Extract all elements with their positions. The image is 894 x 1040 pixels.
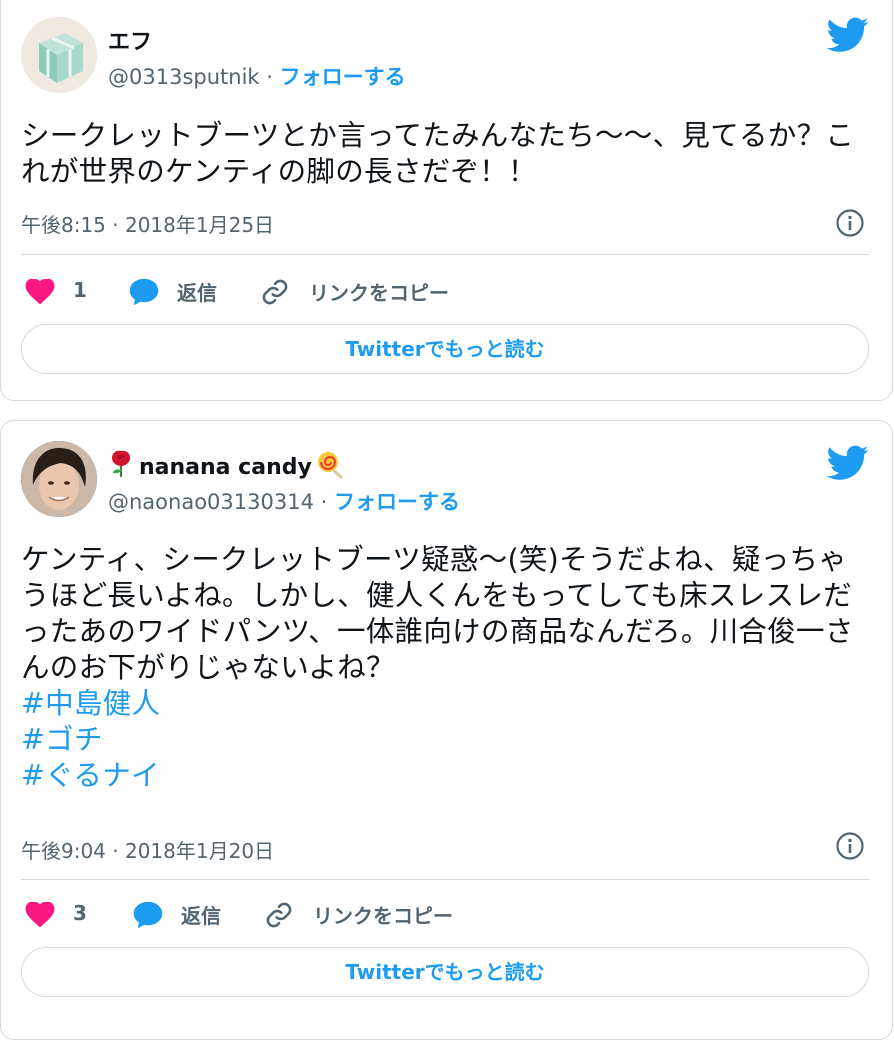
tweet-text: ケンティ、シークレットブーツ疑惑〜(笑)そうだよね、疑っちゃうほど長いよね。しか… [21,542,871,794]
heart-icon [25,902,55,928]
hashtag[interactable]: #中島健人 [21,686,871,722]
avatar[interactable] [21,441,97,517]
like-count: 1 [73,278,87,302]
read-more-button[interactable]: Twitterでもっと読む [21,947,869,997]
handle[interactable]: @0313sputnik [108,65,260,89]
display-name: nanana candy [139,455,312,480]
tweet-card: nanana candy @naonao03130314 · フォローする ケン… [0,420,893,1040]
copy-link-label: リンクをコピー [313,904,453,928]
reply-label: 返信 [177,281,217,305]
avatar[interactable] [21,17,97,93]
handle[interactable]: @naonao03130314 [108,490,314,514]
hashtag[interactable]: #ぐるナイ [21,758,871,794]
link-icon [266,902,292,928]
separator: · [320,490,328,514]
tweet-body: シークレットブーツとか言ってたみんなたち〜〜、見てるか？これが世界のケンティの脚… [21,119,855,188]
display-name-row[interactable]: nanana candy [109,450,344,480]
tweet-body: ケンティ、シークレットブーツ疑惑〜(笑)そうだよね、疑っちゃうほど長いよね。しか… [21,543,854,684]
timestamp[interactable]: 午後9:04 · 2018年1月20日 [21,835,274,864]
heart-icon [25,279,55,305]
read-more-button[interactable]: Twitterでもっと読む [21,324,869,374]
timestamp[interactable]: 午後8:15 · 2018年1月25日 [21,209,274,238]
profile-photo-image [21,441,97,517]
reply-bubble-icon [129,278,159,306]
reply-bubble-icon [133,901,163,929]
divider [21,254,869,255]
link-icon [262,279,288,305]
info-icon[interactable] [835,208,865,238]
handle-row: @naonao03130314 · フォローする [108,486,460,516]
rose-emoji [112,450,130,477]
tweet-text: シークレットブーツとか言ってたみんなたち〜〜、見てるか？これが世界のケンティの脚… [21,118,871,190]
copy-link-label: リンクをコピー [309,281,449,305]
display-name[interactable]: エフ [108,24,152,56]
info-icon[interactable] [835,831,865,861]
follow-button[interactable]: フォローする [334,490,460,514]
tweet-card: エフ @0313sputnik · フォローする シークレットブーツとか言ってた… [0,0,893,401]
follow-button[interactable]: フォローする [280,65,406,89]
hashtag[interactable]: #ゴチ [21,722,871,758]
lollipop-emoji [317,452,343,479]
handle-row: @0313sputnik · フォローする [108,61,406,91]
twitter-bird-icon[interactable] [827,17,869,53]
twitter-bird-icon[interactable] [827,445,869,481]
reply-label: 返信 [181,904,221,928]
gift-box-avatar-image [21,17,97,93]
divider [21,879,869,880]
like-count: 3 [73,901,87,925]
separator: · [266,65,273,89]
